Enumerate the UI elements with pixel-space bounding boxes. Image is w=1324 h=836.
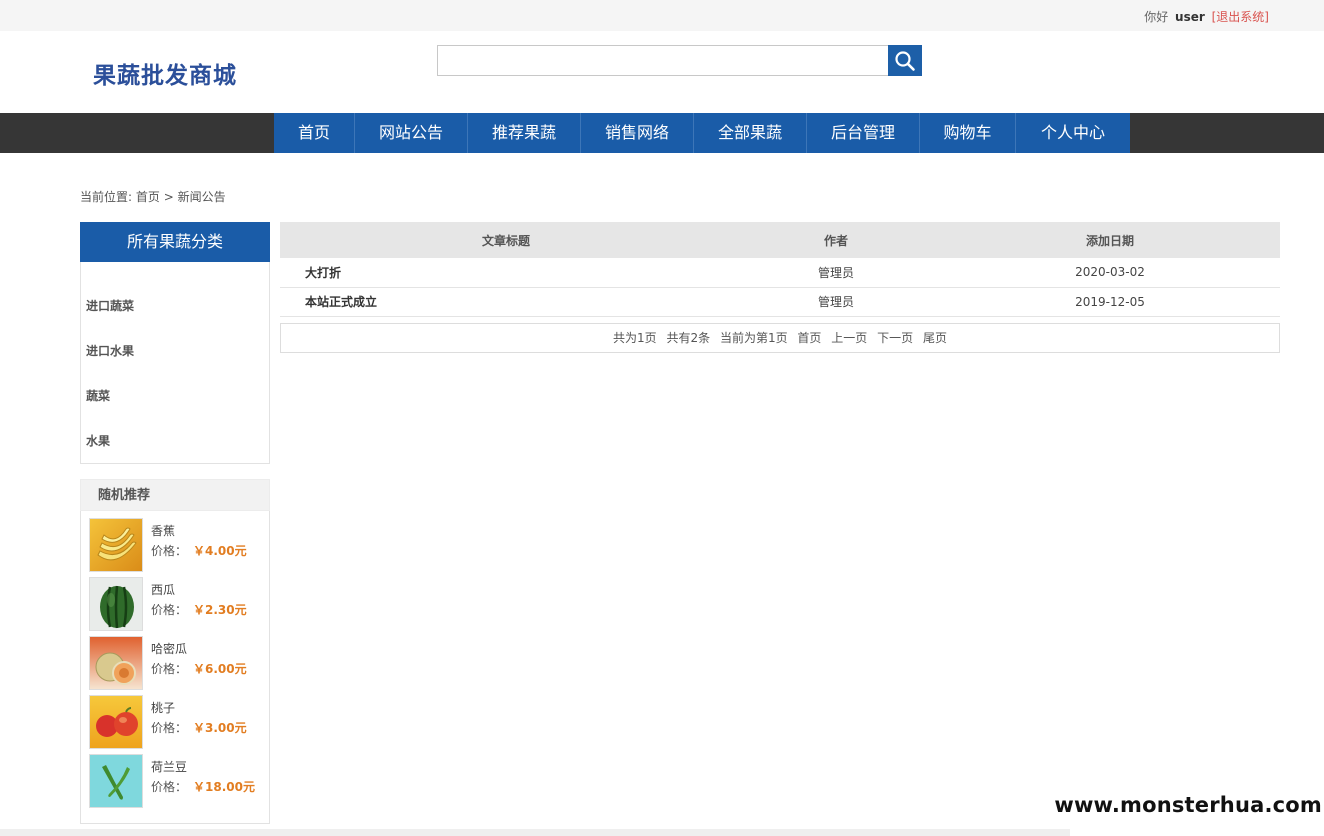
nav-item-sales-network[interactable]: 销售网络 — [581, 113, 694, 153]
recommend-item[interactable]: 桃子 价格： ￥3.00元 — [81, 695, 269, 754]
pager-first-button[interactable]: 首页 — [797, 331, 821, 345]
news-date: 2019-12-05 — [940, 287, 1280, 317]
recommend-panel: 随机推荐 香蕉 价格： ￥4.00元 西瓜 价格： ￥2.30元 哈密瓜 价格：… — [80, 479, 270, 824]
search-button[interactable] — [888, 45, 922, 76]
logout-link[interactable]: [退出系统] — [1212, 10, 1269, 24]
price-label: 价格： — [151, 603, 188, 617]
header: 果蔬批发商城 — [0, 31, 1324, 113]
product-price: 价格： ￥6.00元 — [151, 660, 247, 677]
username: user — [1175, 10, 1205, 24]
news-title[interactable]: 本站正式成立 — [280, 287, 732, 317]
table-row: 本站正式成立 管理员 2019-12-05 — [280, 287, 1280, 317]
table-row: 大打折 管理员 2020-03-02 — [280, 258, 1280, 288]
breadcrumb-prefix: 当前位置: — [80, 190, 133, 204]
product-price: 价格： ￥18.00元 — [151, 778, 255, 795]
recommend-item[interactable]: 荷兰豆 价格： ￥18.00元 — [81, 754, 269, 813]
watermark: www.monsterhua.com — [1054, 793, 1322, 817]
breadcrumb-separator: > — [163, 190, 174, 204]
nav-item-all-products[interactable]: 全部果蔬 — [694, 113, 807, 153]
recommend-list: 香蕉 价格： ￥4.00元 西瓜 价格： ￥2.30元 哈密瓜 价格： ￥6.0… — [80, 511, 270, 824]
recommend-item[interactable]: 哈密瓜 价格： ￥6.00元 — [81, 636, 269, 695]
product-image-peach[interactable] — [89, 695, 143, 749]
news-list: 文章标题 作者 添加日期 大打折 管理员 2020-03-02 本站正式成立 管… — [280, 222, 1280, 353]
search-icon — [895, 50, 915, 71]
price-label: 价格： — [151, 662, 188, 676]
pager-next-button[interactable]: 下一页 — [877, 331, 913, 345]
nav-item-admin[interactable]: 后台管理 — [807, 113, 920, 153]
breadcrumb-current: 新闻公告 — [177, 190, 226, 204]
price-label: 价格： — [151, 721, 188, 735]
category-item[interactable]: 进口蔬菜 — [81, 284, 269, 329]
pager-total-items: 共有2条 — [666, 330, 711, 345]
nav-item-cart[interactable]: 购物车 — [920, 113, 1016, 153]
product-image-watermelon[interactable] — [89, 577, 143, 631]
breadcrumb: 当前位置: 首页 > 新闻公告 — [80, 188, 226, 205]
price-value: ￥6.00元 — [193, 662, 247, 676]
category-item[interactable]: 蔬菜 — [81, 374, 269, 419]
news-author: 管理员 — [732, 258, 940, 288]
news-author: 管理员 — [732, 287, 940, 317]
news-date: 2020-03-02 — [940, 258, 1280, 288]
nav-item-profile[interactable]: 个人中心 — [1016, 113, 1130, 153]
price-value: ￥3.00元 — [193, 721, 247, 735]
search-input[interactable] — [437, 45, 889, 76]
news-title[interactable]: 大打折 — [280, 258, 732, 288]
footer-divider — [0, 829, 1070, 836]
category-item[interactable]: 进口水果 — [81, 329, 269, 374]
product-image-banana[interactable] — [89, 518, 143, 572]
category-list: 进口蔬菜 进口水果 蔬菜 水果 — [81, 262, 269, 464]
product-name[interactable]: 香蕉 — [151, 522, 175, 539]
pager-last-button[interactable]: 尾页 — [923, 331, 947, 345]
nav-item-recommend[interactable]: 推荐果蔬 — [468, 113, 581, 153]
breadcrumb-home[interactable]: 首页 — [136, 190, 160, 204]
greeting-text: 你好 — [1144, 10, 1169, 24]
product-name[interactable]: 哈密瓜 — [151, 640, 187, 657]
column-header-date: 添加日期 — [940, 222, 1280, 258]
user-greeting: 你好 user [退出系统] — [1144, 8, 1269, 25]
product-name[interactable]: 荷兰豆 — [151, 758, 187, 775]
table-header-row: 文章标题 作者 添加日期 — [280, 222, 1280, 258]
price-label: 价格： — [151, 780, 188, 794]
site-logo[interactable]: 果蔬批发商城 — [93, 56, 237, 90]
recommend-title: 随机推荐 — [80, 479, 270, 511]
product-price: 价格： ￥3.00元 — [151, 719, 247, 736]
price-value: ￥2.30元 — [193, 603, 247, 617]
pager-prev-button[interactable]: 上一页 — [831, 331, 867, 345]
news-table: 文章标题 作者 添加日期 大打折 管理员 2020-03-02 本站正式成立 管… — [280, 222, 1280, 317]
product-price: 价格： ￥2.30元 — [151, 601, 247, 618]
product-name[interactable]: 西瓜 — [151, 581, 175, 598]
pagination: 共为1页 共有2条 当前为第1页 首页 上一页 下一页 尾页 — [280, 322, 1280, 353]
recommend-item[interactable]: 西瓜 价格： ￥2.30元 — [81, 577, 269, 636]
category-panel: 所有果蔬分类 进口蔬菜 进口水果 蔬菜 水果 — [80, 222, 270, 464]
product-price: 价格： ￥4.00元 — [151, 542, 247, 559]
column-header-author: 作者 — [732, 222, 940, 258]
main-nav: 首页 网站公告 推荐果蔬 销售网络 全部果蔬 后台管理 购物车 个人中心 — [274, 113, 1130, 153]
column-header-title: 文章标题 — [280, 222, 732, 258]
recommend-item[interactable]: 香蕉 价格： ￥4.00元 — [81, 518, 269, 577]
nav-item-home[interactable]: 首页 — [274, 113, 355, 153]
category-item[interactable]: 水果 — [81, 419, 269, 464]
nav-bar: 首页 网站公告 推荐果蔬 销售网络 全部果蔬 后台管理 购物车 个人中心 — [0, 113, 1324, 153]
product-name[interactable]: 桃子 — [151, 699, 175, 716]
product-image-snow-peas[interactable] — [89, 754, 143, 808]
pager-total-pages: 共为1页 — [613, 330, 657, 345]
nav-item-notice[interactable]: 网站公告 — [355, 113, 468, 153]
top-bar: 你好 user [退出系统] — [0, 0, 1324, 31]
category-title: 所有果蔬分类 — [80, 222, 270, 262]
price-label: 价格： — [151, 544, 188, 558]
product-image-hami-melon[interactable] — [89, 636, 143, 690]
pager-current: 当前为第1页 — [719, 330, 788, 345]
price-value: ￥4.00元 — [193, 544, 247, 558]
price-value: ￥18.00元 — [193, 780, 255, 794]
